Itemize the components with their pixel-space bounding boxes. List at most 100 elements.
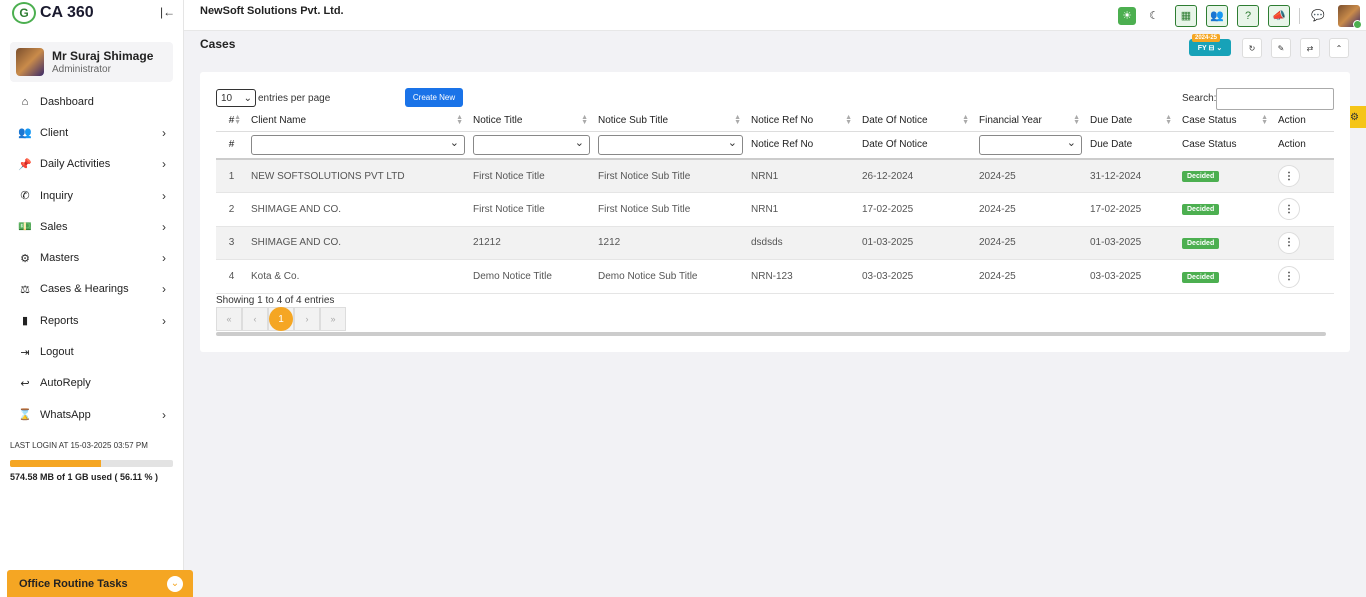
filter-select-financial-year[interactable]	[979, 134, 1082, 155]
pin-icon[interactable]: ✎	[1271, 38, 1291, 58]
entries-per-page-select[interactable]: 10 ⌄	[216, 89, 256, 107]
chevron-right-icon: ›	[162, 219, 166, 234]
avatar	[16, 48, 44, 76]
cases-table: # ▲ ▼ Client Name ▲ ▼ Notice Title ▲ ▼ Notice Sub…	[216, 110, 1334, 294]
cell-date: 17-02-2025	[858, 192, 975, 227]
filter-select-client-name[interactable]	[251, 134, 465, 155]
page-current-button[interactable]: 1	[268, 307, 294, 331]
sort-icon[interactable]: ▲ ▼	[234, 114, 241, 126]
row-actions-menu-icon[interactable]: ⋮	[1278, 165, 1300, 188]
cell-ref: NRN1	[747, 192, 858, 227]
filter-select-notice-sub-title[interactable]	[598, 134, 743, 155]
sun-icon[interactable]: ☀	[1118, 6, 1136, 25]
column-header-financial-year[interactable]: Financial Year ▲ ▼	[975, 110, 1086, 132]
sort-icon[interactable]: ▲ ▼	[845, 114, 852, 126]
filter-cell: Action	[1274, 131, 1334, 160]
filter-select-notice-title[interactable]	[473, 134, 590, 155]
sort-icon[interactable]: ▲ ▼	[581, 114, 588, 126]
status-badge: Decided	[1182, 271, 1220, 283]
sync-icon[interactable]: ⇄	[1300, 38, 1320, 58]
sidebar-item-label: Dashboard	[40, 95, 94, 108]
column-header-client-name[interactable]: Client Name ▲ ▼	[247, 110, 469, 132]
table-row[interactable]: 2 SHIMAGE AND CO. First Notice Title First …	[216, 192, 1334, 227]
cell-ref: NRN1	[747, 159, 858, 194]
chevron-right-icon: ›	[162, 407, 166, 422]
app-logo[interactable]: G CA 360	[12, 2, 94, 24]
sidebar-item-logout[interactable]: ⇥ Logout	[0, 336, 184, 367]
collapse-sidebar-icon[interactable]: |←	[160, 5, 175, 19]
cell-client: SHIMAGE AND CO.	[247, 192, 469, 227]
sort-icon[interactable]: ▲ ▼	[1073, 114, 1080, 126]
column-header-label: Client Name	[251, 114, 307, 126]
sort-icon[interactable]: ▲ ▼	[962, 114, 969, 126]
cases-card: 10 ⌄ entries per page Create New Search:…	[200, 72, 1350, 352]
sort-icon[interactable]: ▲ ▼	[1261, 114, 1268, 126]
sidebar-item-inquiry[interactable]: ✆ Inquiry ›	[0, 180, 184, 211]
column-header-case-status[interactable]: Case Status ▲ ▼	[1178, 110, 1274, 132]
office-routine-tasks-button[interactable]: Office Routine Tasks ⌄	[7, 570, 193, 597]
row-actions-menu-icon[interactable]: ⋮	[1278, 265, 1300, 288]
user-card[interactable]: Mr Suraj Shimage Administrator	[10, 42, 173, 82]
grid-icon[interactable]: ▦	[1175, 4, 1197, 27]
table-row[interactable]: 1 NEW SOFTSOLUTIONS PVT LTD First Notice T…	[216, 159, 1334, 194]
sidebar-item-dashboard[interactable]: ⌂ Dashboard	[0, 86, 184, 117]
scale-icon: ⚖	[20, 283, 30, 296]
table-row[interactable]: 4 Kota & Co. Demo Notice Title Demo Notice …	[216, 259, 1334, 294]
column-header-notice-ref-no[interactable]: Notice Ref No ▲ ▼	[747, 110, 858, 132]
sort-icon[interactable]: ▲ ▼	[734, 114, 741, 126]
storage-progress-bar	[10, 460, 173, 467]
table-body: 1 NEW SOFTSOLUTIONS PVT LTD First Notice T…	[216, 159, 1334, 294]
sidebar-item-client[interactable]: 👥 Client ›	[0, 117, 184, 148]
search-label: Search:	[1182, 93, 1217, 104]
page-next-button[interactable]: ›	[294, 307, 320, 331]
page-last-button[interactable]: »	[320, 307, 346, 331]
sidebar-item-daily-activities[interactable]: 📌 Daily Activities ›	[0, 149, 184, 180]
sort-icon[interactable]: ▲ ▼	[1165, 114, 1172, 126]
team-icon[interactable]: 👥	[1206, 4, 1228, 27]
chat-icon[interactable]: 💬	[1310, 9, 1326, 22]
sidebar-item-sales[interactable]: 💵 Sales ›	[0, 211, 184, 242]
column-header-label: Notice Title	[473, 114, 523, 126]
sidebar-item-autoreply[interactable]: ↩ AutoReply	[0, 368, 184, 399]
cell-date: 01-03-2025	[858, 226, 975, 261]
filter-cell: Date Of Notice	[858, 131, 975, 160]
logo-text: CA 360	[40, 4, 94, 21]
topbar-avatar[interactable]	[1338, 4, 1362, 29]
chevron-right-icon: ›	[162, 157, 166, 172]
sidebar-item-masters[interactable]: ⚙ Masters ›	[0, 242, 184, 273]
sidebar-item-reports[interactable]: ▮ Reports ›	[0, 305, 184, 336]
chevron-down-icon[interactable]: ⌄	[167, 575, 183, 592]
cell-client: SHIMAGE AND CO.	[247, 226, 469, 261]
table-row[interactable]: 3 SHIMAGE AND CO. 21212 1212 dsdsds 01-03-202…	[216, 226, 1334, 261]
column-header-date-of-notice[interactable]: Date Of Notice ▲ ▼	[858, 110, 975, 132]
collapse-up-icon[interactable]: ⌃	[1329, 38, 1349, 58]
page-first-button[interactable]: «	[216, 307, 242, 331]
search-input[interactable]	[1216, 88, 1334, 110]
column-header-[interactable]: # ▲ ▼	[216, 110, 247, 132]
column-header-label: Case Status	[1182, 114, 1237, 126]
row-actions-menu-icon[interactable]: ⋮	[1278, 198, 1300, 221]
moon-icon[interactable]: ☾	[1145, 9, 1163, 22]
cell-due: 31-12-2024	[1086, 159, 1178, 194]
chevron-right-icon: ›	[162, 313, 166, 328]
column-header-action[interactable]: Action	[1274, 110, 1334, 132]
filter-cell	[975, 131, 1086, 160]
storage-progress-fill	[10, 460, 102, 467]
sidebar-item-whatsapp[interactable]: ⌛ WhatsApp ›	[0, 399, 184, 430]
row-actions-menu-icon[interactable]: ⋮	[1278, 231, 1300, 254]
cell-due: 01-03-2025	[1086, 226, 1178, 261]
megaphone-icon[interactable]: 📣	[1268, 4, 1290, 27]
column-header-notice-sub-title[interactable]: Notice Sub Title ▲ ▼	[594, 110, 747, 132]
horizontal-scrollbar[interactable]	[216, 332, 1326, 336]
cell-status: Decided	[1178, 259, 1274, 294]
sort-icon[interactable]: ▲ ▼	[456, 114, 463, 126]
help-icon[interactable]: ?	[1237, 4, 1259, 27]
column-header-notice-title[interactable]: Notice Title ▲ ▼	[469, 110, 594, 132]
page-prev-button[interactable]: ‹	[242, 307, 268, 331]
cell-num: 1	[216, 159, 247, 194]
column-header-due-date[interactable]: Due Date ▲ ▼	[1086, 110, 1178, 132]
create-new-button[interactable]: Create New	[405, 88, 463, 107]
sidebar-item-cases-hearings[interactable]: ⚖ Cases & Hearings ›	[0, 274, 184, 305]
refresh-icon[interactable]: ↻	[1242, 38, 1262, 58]
chevron-right-icon: ›	[162, 125, 166, 140]
